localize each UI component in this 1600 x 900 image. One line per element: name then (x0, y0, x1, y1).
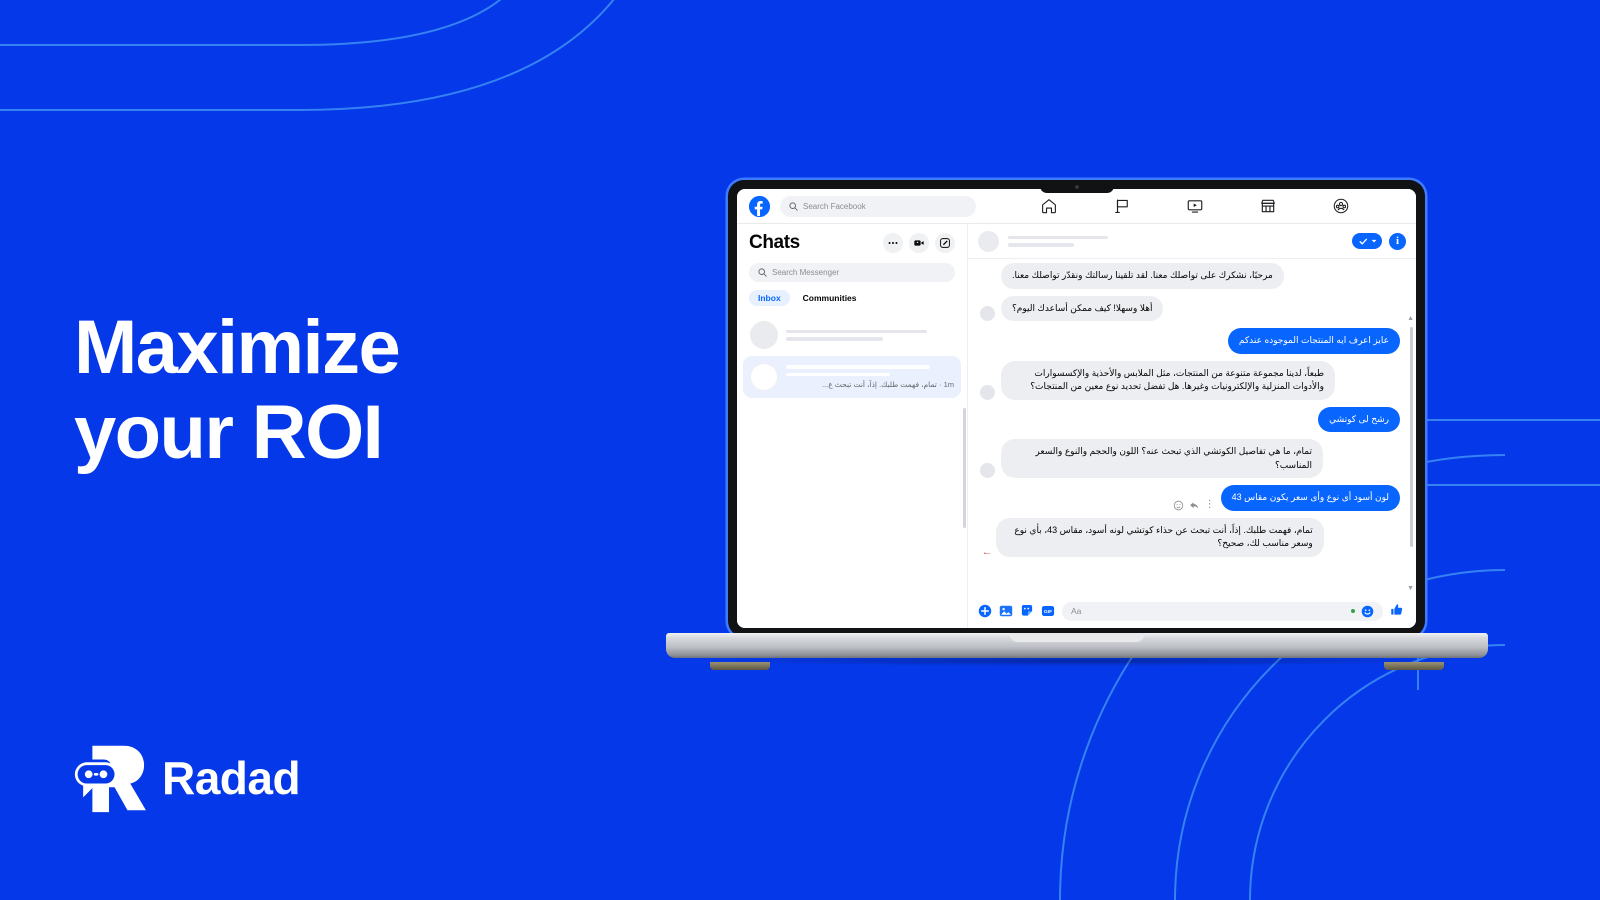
message-row: مرحبًا، نشكرك على تواصلك معنا. لقد تلقين… (980, 263, 1400, 289)
composer-right-icons (1351, 605, 1374, 618)
scroll-up-arrow-icon[interactable]: ▲ (1407, 315, 1414, 322)
tab-inbox[interactable]: Inbox (749, 290, 790, 306)
conversation-snippet: 1m · تمام، فهمت طلبك. إذاً، أنت تبحث ع..… (786, 380, 954, 389)
message-row: تمام، ما هي تفاصيل الكوتشي الذي تبحث عنه… (980, 439, 1400, 478)
home-icon[interactable] (1039, 197, 1058, 216)
sidebar-tabs: Inbox Communities (737, 282, 967, 312)
groups-icon[interactable] (1332, 197, 1351, 216)
messenger-search-placeholder: Search Messenger (772, 268, 840, 277)
contact-name-redacted (1008, 235, 1343, 247)
search-icon (758, 268, 767, 277)
react-emoji-icon[interactable] (1173, 500, 1184, 511)
message-input[interactable]: Aa (1062, 601, 1383, 621)
headline-line-1: Maximize (74, 305, 401, 390)
message-row: أهلا وسهلا! كيف ممكن أساعدك اليوم؟ (980, 295, 1400, 321)
radad-robot-r-logo-icon (74, 745, 146, 813)
list-item-meta (786, 329, 954, 341)
conversation-list: 1m · تمام، فهمت طلبك. إذاً، أنت تبحث ع..… (737, 312, 967, 628)
list-item[interactable] (743, 314, 961, 356)
message-row: لون أسود أى نوع وأى سعر يكون مقاس 43 ⋮ (980, 485, 1400, 511)
store-icon[interactable] (1259, 197, 1278, 216)
messenger-search-box[interactable]: Search Messenger (749, 263, 955, 282)
avatar (750, 321, 778, 349)
laptop-lid: Search Facebook Chats Search Messenger I… (728, 180, 1425, 637)
conversation-preview-text: تمام، فهمت طلبك. إذاً، أنت تبحث ع... (822, 380, 937, 389)
message-bubble[interactable]: تمام، ما هي تفاصيل الكوتشي الذي تبحث عنه… (1001, 439, 1323, 478)
sidebar-header: Chats (737, 224, 967, 258)
ellipsis-icon[interactable] (883, 233, 903, 253)
message-bubble[interactable]: رشح لى كوتشي (1318, 406, 1400, 432)
plus-circle-icon[interactable] (978, 604, 992, 618)
check-chevron-icon[interactable] (1352, 233, 1382, 249)
scroll-down-arrow-icon[interactable]: ▼ (1407, 585, 1414, 592)
facebook-search-placeholder: Search Facebook (803, 201, 866, 211)
facebook-logo-icon[interactable] (749, 195, 770, 217)
facebook-search-box[interactable]: Search Facebook (780, 195, 976, 217)
avatar (980, 384, 995, 400)
laptop-mockup: Search Facebook Chats Search Messenger I… (666, 180, 1488, 680)
compose-pencil-icon[interactable] (935, 233, 955, 253)
avatar (980, 306, 995, 321)
svg-text:GIF: GIF (1044, 609, 1052, 615)
flag-icon[interactable] (1112, 197, 1131, 216)
message-bubble[interactable]: عايز اعرف ايه المنتجات الموجوده عندكم (1227, 328, 1400, 354)
avatar (750, 363, 778, 391)
message-bubble[interactable]: تمام، فهمت طلبك. إذاً، أنت تبحث عن حذاء … (995, 517, 1324, 557)
video-play-icon[interactable] (1185, 197, 1204, 216)
facebook-top-bar: Search Facebook (737, 189, 1416, 224)
conversation-time: 1m (943, 380, 954, 389)
message-bubble[interactable]: أهلا وسهلا! كيف ممكن أساعدك اليوم؟ (1001, 295, 1164, 321)
status-dot (1351, 609, 1355, 613)
laptop-screen: Search Facebook Chats Search Messenger I… (737, 189, 1416, 628)
gif-icon[interactable]: GIF (1041, 604, 1055, 618)
list-item-meta: 1m · تمام، فهمت طلبك. إذاً، أنت تبحث ع..… (786, 365, 954, 389)
contact-avatar[interactable] (978, 230, 999, 252)
poster-canvas: Maximize your ROI Radad Search Facebook … (0, 0, 1600, 900)
message-input-placeholder: Aa (1071, 606, 1082, 616)
sidebar-title: Chats (749, 232, 800, 253)
message-row: •— تمام، فهمت طلبك. إذاً، أنت تبحث عن حذ… (980, 517, 1400, 557)
more-menu-icon[interactable]: ⋮ (1205, 500, 1215, 510)
message-list: ▲ مرحبًا، نشكرك على تواصلك معنا. لقد تلق… (968, 259, 1416, 594)
message-bubble[interactable]: مرحبًا، نشكرك على تواصلك معنا. لقد تلقين… (1001, 263, 1284, 289)
info-circle-icon[interactable]: i (1389, 232, 1406, 250)
message-thread: i ▲ مرحبًا، نشكرك على تواصلك معنا. لقد ت… (968, 224, 1416, 628)
laptop-foot-right (1384, 662, 1444, 670)
messenger-body: Chats Search Messenger Inbox Communities… (737, 224, 1416, 628)
reply-icon[interactable] (1189, 500, 1200, 511)
avatar (980, 463, 995, 478)
seen-marker: •— (984, 550, 990, 557)
sidebar-actions (883, 233, 955, 253)
search-icon (789, 201, 798, 211)
webcam-icon (1074, 185, 1079, 189)
brand-logo: Radad (72, 742, 301, 814)
message-composer: GIF Aa (968, 594, 1416, 628)
brand-name: Radad (162, 752, 301, 804)
emoji-smiley-icon[interactable] (1361, 605, 1374, 618)
message-row: رشح لى كوتشي (980, 406, 1400, 432)
tab-communities[interactable]: Communities (794, 290, 866, 306)
messenger-sidebar: Chats Search Messenger Inbox Communities… (737, 224, 968, 628)
photo-icon[interactable] (999, 604, 1013, 618)
laptop-base (666, 633, 1488, 658)
facebook-nav (986, 197, 1404, 216)
message-bubble[interactable]: لون أسود أى نوع وأى سعر يكون مقاس 43 (1220, 485, 1400, 511)
message-hover-actions: ⋮ (1173, 500, 1215, 511)
sidebar-scrollbar[interactable] (963, 408, 966, 528)
message-row: عايز اعرف ايه المنتجات الموجوده عندكم (980, 328, 1400, 354)
laptop-notch (1039, 180, 1114, 193)
snippet-separator: · (938, 380, 942, 389)
headline-line-2: your ROI (74, 390, 384, 476)
laptop-foot-left (710, 662, 770, 670)
message-row: طبعاً، لدينا مجموعة متنوعة من المنتجات، … (980, 360, 1400, 400)
video-camera-icon[interactable] (909, 233, 929, 253)
hero-headline: Maximize your ROI (74, 305, 694, 475)
sticker-icon[interactable] (1020, 604, 1034, 618)
list-item[interactable]: 1m · تمام، فهمت طلبك. إذاً، أنت تبحث ع..… (743, 356, 961, 398)
message-scrollbar[interactable] (1409, 327, 1413, 547)
message-bubble[interactable]: طبعاً، لدينا مجموعة متنوعة من المنتجات، … (1001, 360, 1335, 400)
thumbs-up-icon[interactable] (1390, 603, 1404, 619)
thread-header-actions: i (1352, 232, 1406, 250)
thread-header: i (968, 224, 1416, 259)
